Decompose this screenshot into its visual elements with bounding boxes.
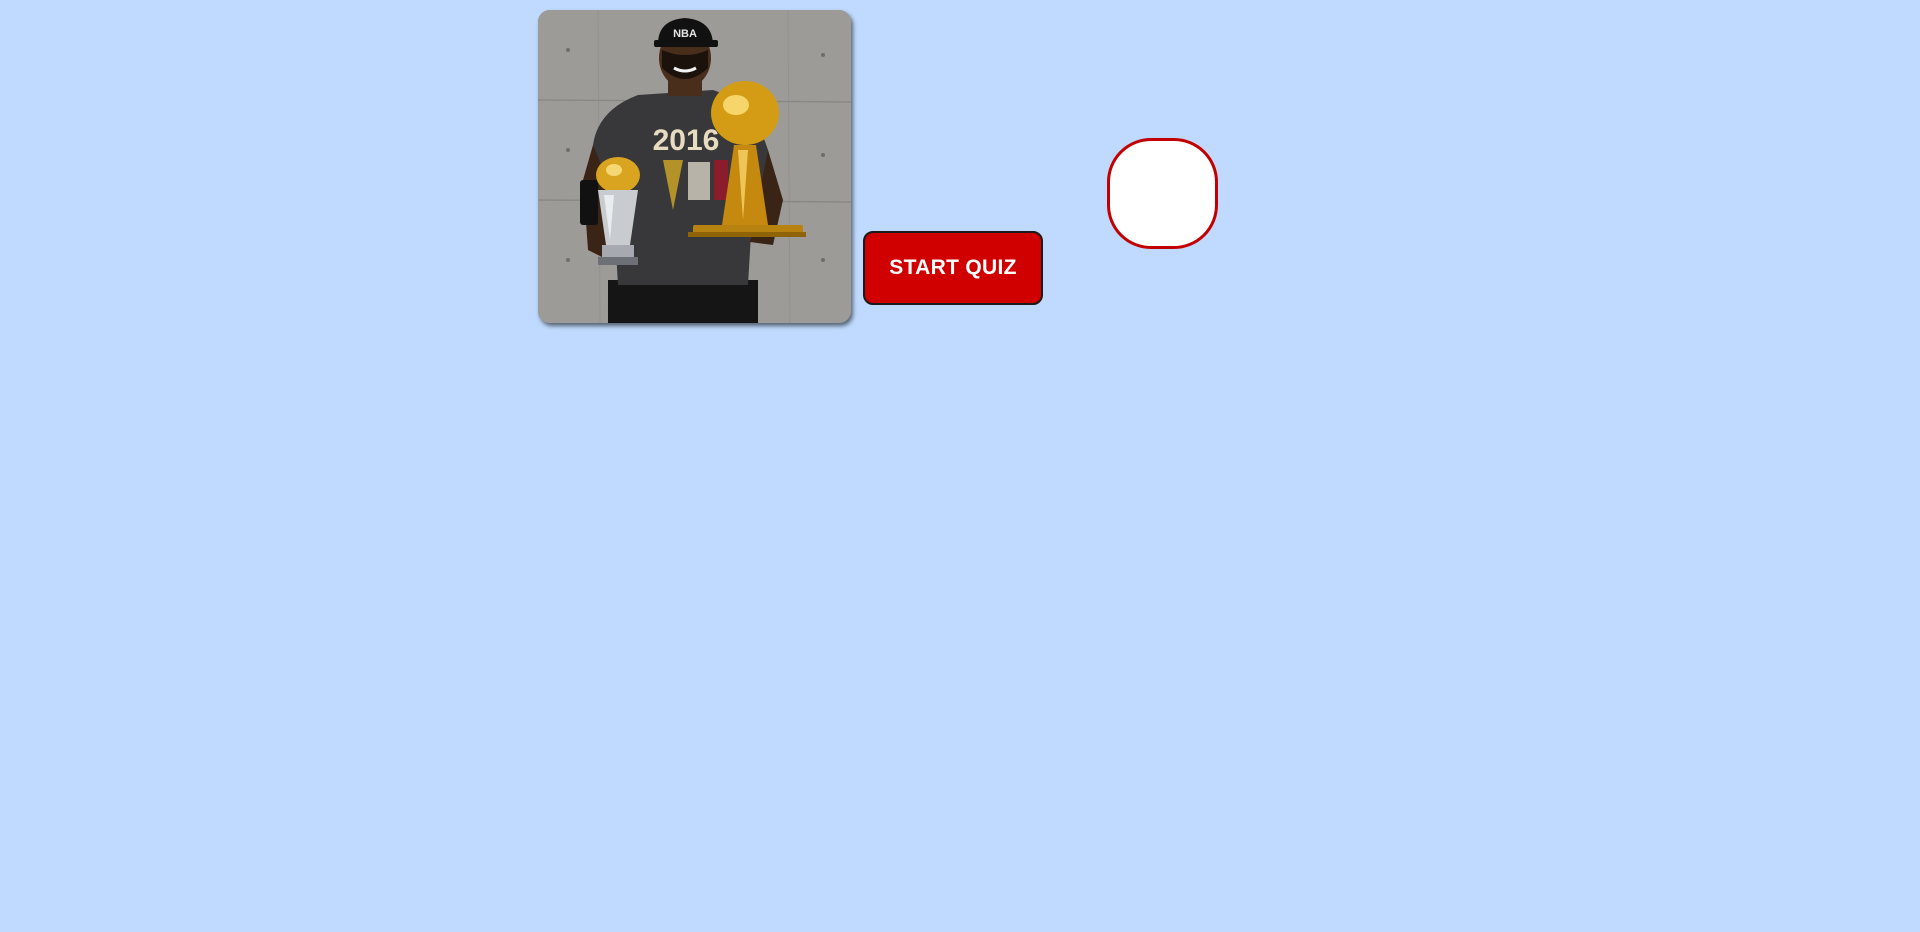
quiz-page: NBA 2016 START QUIZ (0, 0, 1920, 932)
svg-text:2016: 2016 (653, 124, 720, 157)
start-quiz-label: START QUIZ (889, 256, 1017, 279)
player-photo: NBA 2016 (538, 10, 851, 323)
svg-text:NBA: NBA (673, 28, 697, 40)
timer-circle (1107, 138, 1218, 249)
start-quiz-button[interactable]: START QUIZ (863, 231, 1043, 305)
